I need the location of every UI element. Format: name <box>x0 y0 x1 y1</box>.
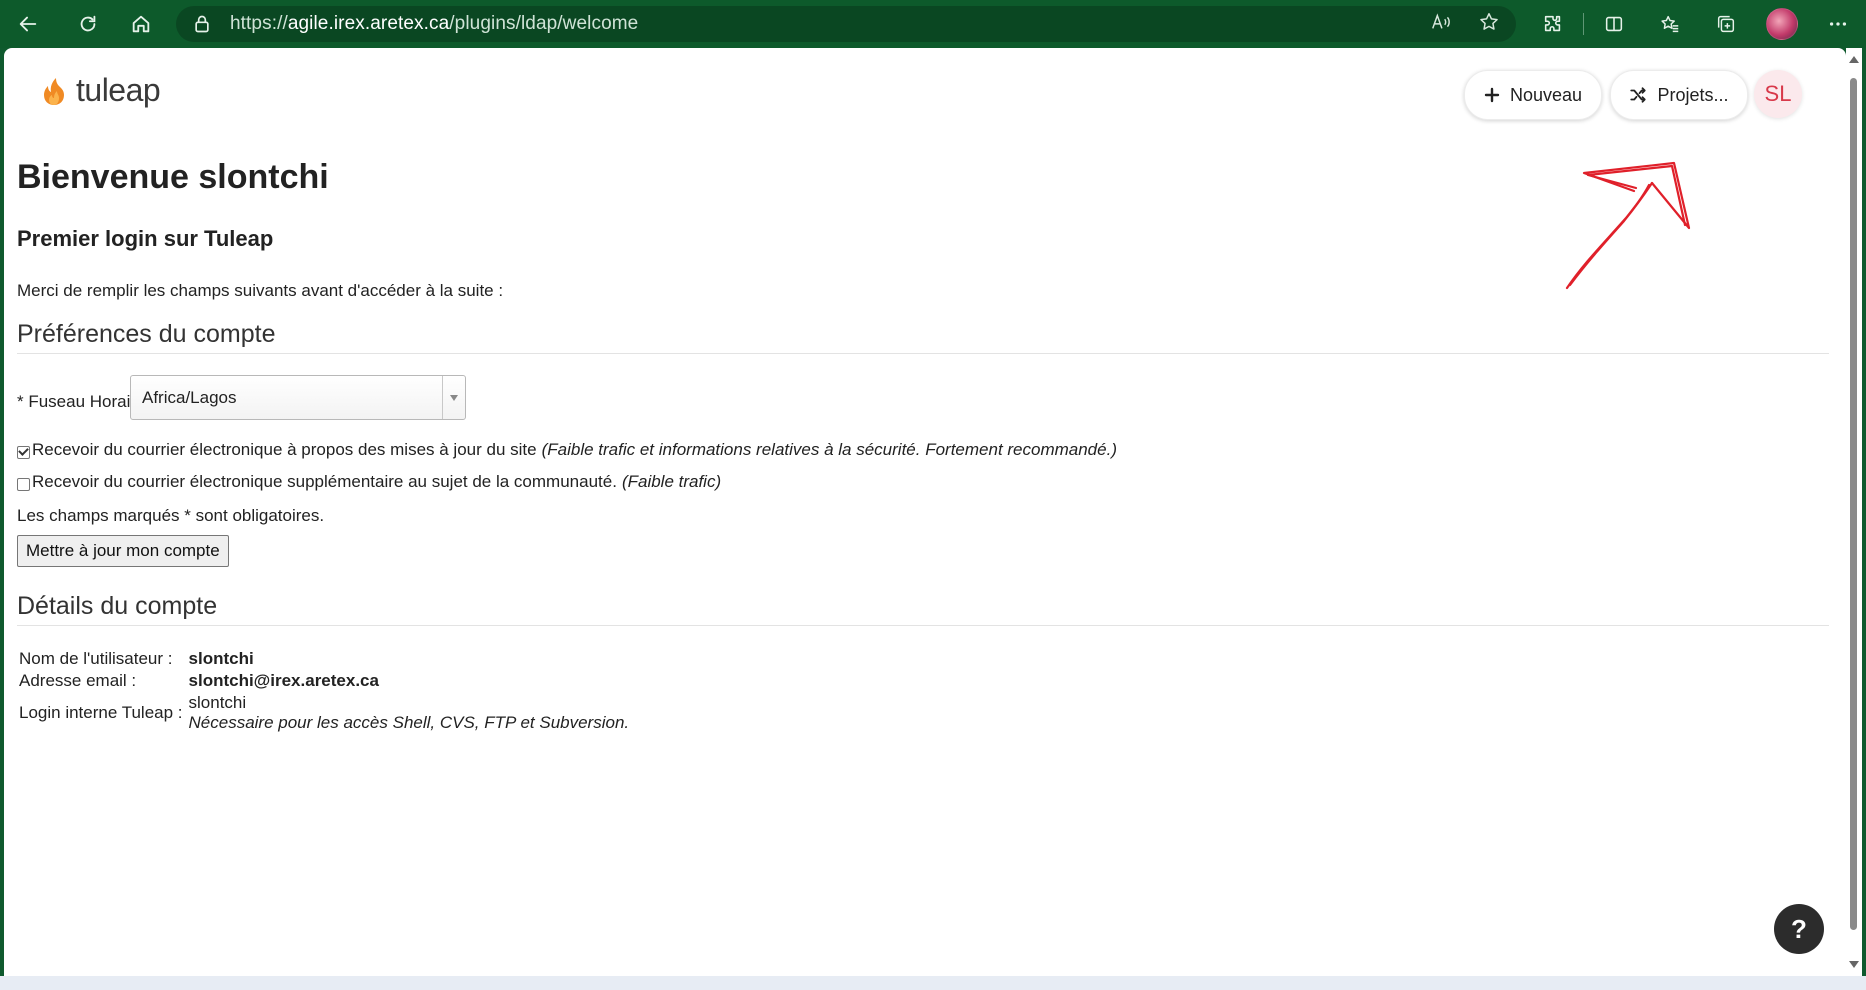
collections-icon[interactable] <box>1698 0 1754 48</box>
toolbar-separator <box>1583 13 1584 35</box>
timezone-select[interactable]: Africa/Lagos <box>130 375 466 420</box>
details-divider <box>17 625 1829 626</box>
red-arrow-annotation <box>1565 161 1691 290</box>
site-updates-option: Recevoir du courrier électronique à prop… <box>17 440 1117 460</box>
preferences-heading: Préférences du compte <box>17 320 276 348</box>
favorites-icon[interactable] <box>1642 0 1698 48</box>
internal-login-note: Nécessaire pour les accès Shell, CVS, FT… <box>188 713 630 732</box>
table-row: Nom de l'utilisateur : slontchi <box>17 648 631 670</box>
read-aloud-icon[interactable] <box>1430 11 1452 38</box>
page-title: Bienvenue slontchi <box>17 158 329 196</box>
scroll-down-icon[interactable] <box>1849 961 1859 968</box>
internal-login-text: slontchi <box>188 693 247 712</box>
site-updates-label[interactable]: Recevoir du courrier électronique à prop… <box>32 440 537 460</box>
new-button[interactable]: Nouveau <box>1464 70 1602 120</box>
account-details-table: Nom de l'utilisateur : slontchi Adresse … <box>17 648 631 734</box>
account-details-heading: Détails du compte <box>17 592 218 620</box>
split-screen-icon[interactable] <box>1586 0 1642 48</box>
plus-icon <box>1484 87 1500 103</box>
address-bar[interactable]: https://agile.irex.aretex.ca/plugins/lda… <box>176 6 1516 42</box>
community-option: Recevoir du courrier électronique supplé… <box>17 472 721 492</box>
internal-login-value: slontchi Nécessaire pour les accès Shell… <box>187 692 632 734</box>
preferences-divider <box>17 353 1829 354</box>
dropdown-arrow-icon[interactable] <box>442 376 465 419</box>
scroll-up-icon[interactable] <box>1849 56 1859 63</box>
projects-button-label: Projets... <box>1657 84 1729 105</box>
more-options-icon[interactable] <box>1810 0 1866 48</box>
page-viewport: tuleap Nouveau Projets... SL Bienvenue s… <box>4 48 1846 976</box>
new-button-label: Nouveau <box>1509 84 1583 105</box>
required-fields-note: Les champs marqués * sont obligatoires. <box>17 506 325 525</box>
update-account-button[interactable]: Mettre à jour mon compte <box>17 535 229 567</box>
help-button[interactable]: ? <box>1774 904 1824 954</box>
username-value: slontchi <box>188 649 254 668</box>
email-value: slontchi@irex.aretex.ca <box>188 671 379 690</box>
user-avatar[interactable]: SL <box>1754 70 1802 118</box>
intro-text: Merci de remplir les champs suivants ava… <box>17 281 504 300</box>
page-subtitle: Premier login sur Tuleap <box>17 226 274 251</box>
extensions-icon[interactable] <box>1525 0 1581 48</box>
community-note: (Faible trafic) <box>621 472 722 491</box>
home-icon[interactable] <box>119 0 163 48</box>
community-label[interactable]: Recevoir du courrier électronique supplé… <box>32 472 617 492</box>
timezone-value: Africa/Lagos <box>142 387 237 407</box>
internal-login-label: Login interne Tuleap : <box>19 703 183 722</box>
refresh-icon[interactable] <box>66 0 110 48</box>
projects-button[interactable]: Projets... <box>1610 70 1748 120</box>
username-label: Nom de l'utilisateur : <box>19 649 173 668</box>
page-scrollbar[interactable] <box>1846 48 1862 976</box>
community-checkbox[interactable] <box>17 477 30 491</box>
profile-icon[interactable] <box>1754 0 1810 48</box>
tuleap-flame-icon <box>44 77 64 105</box>
tuleap-logo[interactable]: tuleap <box>38 72 161 109</box>
back-icon[interactable] <box>6 0 50 48</box>
window-bottom-edge <box>0 976 1866 990</box>
browser-toolbar: https://agile.irex.aretex.ca/plugins/lda… <box>0 0 1866 48</box>
logo-text: tuleap <box>76 72 161 108</box>
site-updates-note: (Faible trafic et informations relatives… <box>541 440 1117 459</box>
favorite-star-icon[interactable] <box>1478 11 1500 38</box>
site-updates-checkbox[interactable] <box>17 445 30 459</box>
table-row: Adresse email : slontchi@irex.aretex.ca <box>17 670 631 692</box>
email-label: Adresse email : <box>19 671 137 690</box>
table-row: Login interne Tuleap : slontchi Nécessai… <box>17 692 631 734</box>
url-text[interactable]: https://agile.irex.aretex.ca/plugins/lda… <box>230 13 638 35</box>
lock-icon[interactable] <box>192 14 222 34</box>
scroll-thumb[interactable] <box>1850 78 1857 930</box>
shuffle-icon <box>1630 87 1647 103</box>
